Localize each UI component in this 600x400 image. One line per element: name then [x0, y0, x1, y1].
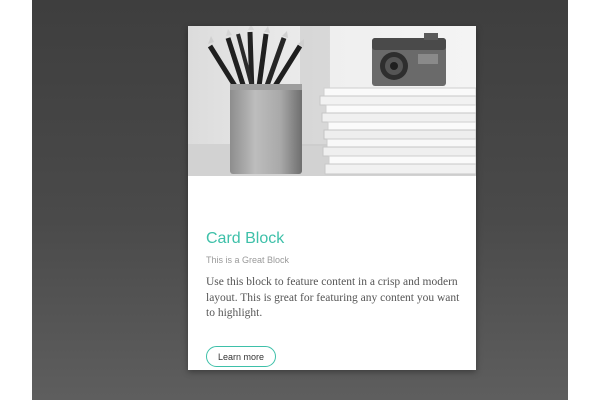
magazine-stack-icon — [319, 87, 476, 175]
card-image — [188, 26, 476, 176]
card-title: Card Block — [206, 230, 285, 247]
page-background: Card Block This is a Great Block Use thi… — [32, 0, 568, 400]
camera-icon — [372, 33, 446, 86]
learn-more-button[interactable]: Learn more — [206, 346, 276, 367]
desk-photo-illustration — [188, 26, 476, 176]
card-subtitle: This is a Great Block — [206, 255, 290, 265]
content-card: Card Block This is a Great Block Use thi… — [188, 26, 476, 370]
card-description: Use this block to feature content in a c… — [206, 276, 460, 319]
